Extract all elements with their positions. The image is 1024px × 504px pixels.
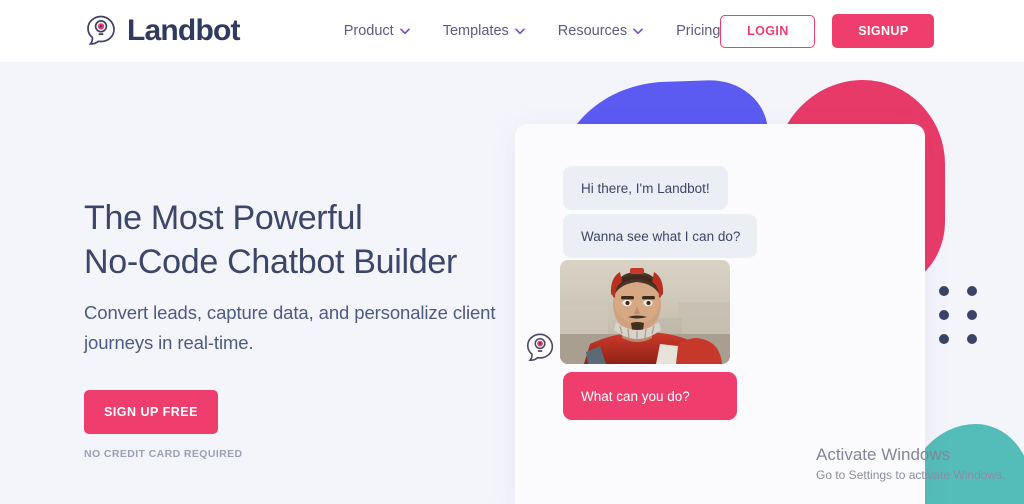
nav-item-label: Templates	[442, 23, 509, 39]
chat-message-bot: Hi there, I'm Landbot!	[563, 166, 728, 210]
nav-item-resources[interactable]: Resources	[558, 23, 643, 39]
hero-section: The Most Powerful No-Code Chatbot Builde…	[84, 196, 514, 460]
chat-widget-card: Hi there, I'm Landbot! Wanna see what I …	[515, 124, 925, 504]
nav-item-templates[interactable]: Templates	[443, 23, 525, 39]
site-header: Landbot Product Templates Resources Pric…	[0, 0, 1024, 62]
nav-item-label: Resources	[557, 23, 628, 39]
nav-item-pricing[interactable]: Pricing	[676, 23, 720, 39]
dot	[967, 310, 977, 320]
sign-up-free-button[interactable]: SIGN UP FREE	[84, 390, 218, 434]
chevron-down-icon	[514, 27, 525, 35]
nav-item-product[interactable]: Product	[344, 23, 410, 39]
chat-message-bot: Wanna see what I can do?	[563, 214, 757, 258]
dot	[939, 334, 949, 344]
chat-message-user[interactable]: What can you do?	[563, 372, 737, 420]
headline-line-2: No-Code Chatbot Builder	[84, 243, 457, 281]
decor-dot-grid	[939, 286, 977, 344]
auth-actions: LOGIN SIGNUP	[720, 14, 935, 48]
dot	[939, 286, 949, 296]
landing-page: Landbot Product Templates Resources Pric…	[0, 0, 1024, 504]
chat-message-image[interactable]	[560, 260, 730, 364]
dot	[939, 310, 949, 320]
signup-button[interactable]: SIGNUP	[832, 14, 935, 48]
headline-line-1: The Most Powerful	[84, 199, 363, 237]
chevron-down-icon	[399, 27, 410, 35]
nav-item-label: Pricing	[676, 23, 721, 39]
landbot-avatar-icon	[524, 331, 558, 365]
dot	[967, 286, 977, 296]
logo-wordmark: Landbot	[127, 14, 241, 47]
chevron-down-icon	[633, 27, 643, 35]
landbot-speech-bubble-icon	[84, 13, 120, 49]
login-button[interactable]: LOGIN	[720, 14, 816, 48]
hero-subheadline: Convert leads, capture data, and persona…	[84, 302, 496, 353]
no-credit-card-note: NO CREDIT CARD REQUIRED	[84, 448, 243, 460]
nav-item-label: Product	[343, 23, 394, 39]
page-title: The Most Powerful No-Code Chatbot Builde…	[84, 196, 514, 284]
logo[interactable]: Landbot	[84, 13, 241, 49]
dot	[967, 334, 977, 344]
main-nav: Product Templates Resources Pricing	[344, 23, 721, 39]
